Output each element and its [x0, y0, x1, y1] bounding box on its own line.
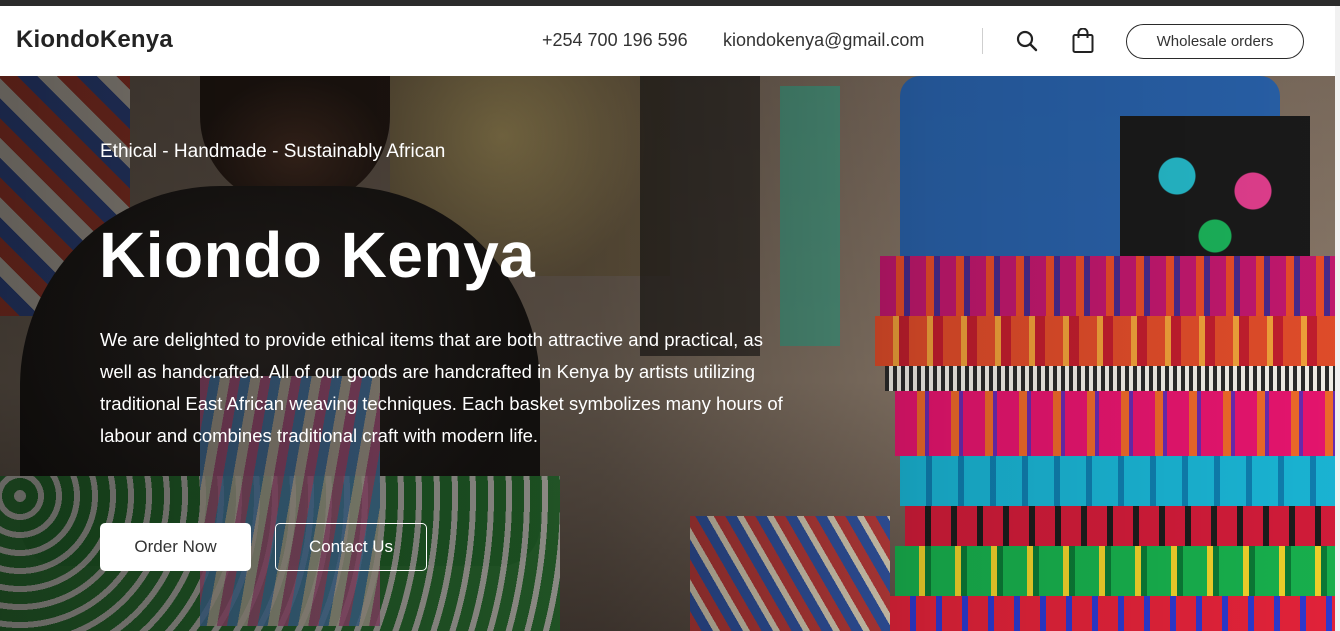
hero-title: Kiondo Kenya — [99, 219, 536, 291]
order-now-button[interactable]: Order Now — [100, 523, 251, 571]
contact-us-button[interactable]: Contact Us — [275, 523, 427, 571]
scrollbar[interactable] — [1335, 6, 1340, 631]
header-divider — [982, 28, 983, 54]
search-button[interactable] — [1012, 26, 1042, 56]
phone-link[interactable]: +254 700 196 596 — [542, 30, 688, 51]
shopping-bag-icon — [1072, 28, 1094, 53]
wholesale-orders-button[interactable]: Wholesale orders — [1126, 24, 1304, 59]
site-header: KiondoKenya +254 700 196 596 kiondokenya… — [0, 6, 1340, 76]
search-icon — [1016, 30, 1038, 52]
hero-tagline: Ethical - Handmade - Sustainably African — [100, 141, 446, 162]
cart-button[interactable] — [1068, 26, 1098, 56]
brand-logo[interactable]: KiondoKenya — [16, 26, 173, 54]
hero-description: We are delighted to provide ethical item… — [100, 329, 783, 446]
email-link[interactable]: kiondokenya@gmail.com — [723, 30, 924, 51]
hero-section: Ethical - Handmade - Sustainably African… — [0, 76, 1335, 631]
